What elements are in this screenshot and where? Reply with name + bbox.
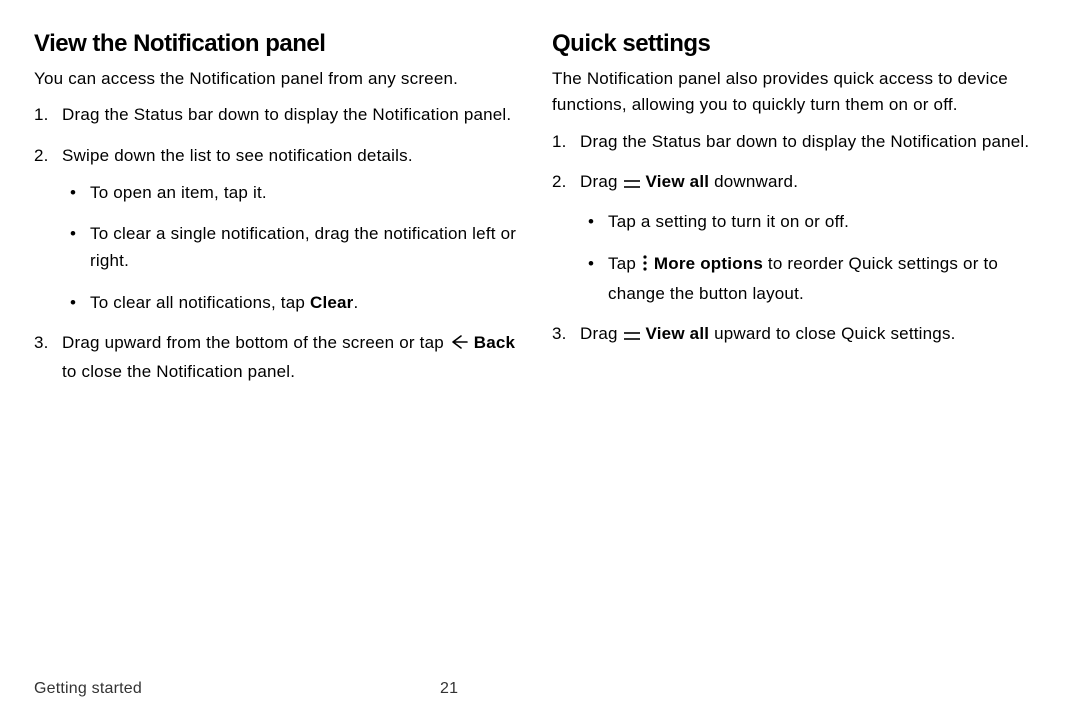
left-column: View the Notification panel You can acce… [34, 30, 528, 399]
left-ordered-list: Drag the Status bar down to display the … [34, 102, 528, 385]
right-intro: The Notification panel also provides qui… [552, 66, 1046, 119]
right-step-3: Drag View all upward to close Quick sett… [552, 321, 1046, 350]
left-step-2-text: Swipe down the list to see notification … [62, 146, 413, 165]
right-step-2-bold: View all [646, 172, 710, 191]
left-step-2: Swipe down the list to see notification … [34, 143, 528, 316]
view-all-icon [623, 324, 641, 350]
right-step-3-bold: View all [646, 324, 710, 343]
right-sub-2b: Tap More options to reorder Quick settin… [580, 250, 1046, 307]
left-sublist: To open an item, tap it. To clear a sing… [62, 179, 528, 316]
right-sub-2b-pre: Tap [608, 254, 641, 273]
left-step-3: Drag upward from the bottom of the scree… [34, 330, 528, 386]
right-step-2-pre: Drag [580, 172, 623, 191]
right-ordered-list: Drag the Status bar down to display the … [552, 129, 1046, 351]
right-step-3-pre: Drag [580, 324, 623, 343]
more-options-icon [641, 253, 649, 280]
left-step-3-post: to close the Notification panel. [62, 362, 295, 381]
right-heading: Quick settings [552, 30, 1046, 58]
right-step-2: Drag View all downward. Tap a setting to… [552, 169, 1046, 307]
left-step-3-bold: Back [474, 333, 515, 352]
left-sub-2b: To clear a single notification, drag the… [62, 220, 528, 274]
left-sub-2c-bold: Clear [310, 293, 354, 312]
view-all-icon [623, 172, 641, 198]
left-heading: View the Notification panel [34, 30, 528, 58]
right-step-1: Drag the Status bar down to display the … [552, 129, 1046, 155]
left-intro: You can access the Notification panel fr… [34, 66, 528, 92]
left-step-1: Drag the Status bar down to display the … [34, 102, 528, 128]
page-number: 21 [440, 680, 458, 698]
right-column: Quick settings The Notification panel al… [552, 30, 1046, 399]
right-sub-2a: Tap a setting to turn it on or off. [580, 208, 1046, 235]
footer-section: Getting started [34, 680, 142, 698]
left-sub-2c-post: . [354, 293, 359, 312]
left-step-3-pre: Drag upward from the bottom of the scree… [62, 333, 449, 352]
right-sub-2b-bold: More options [654, 254, 763, 273]
left-sub-2c: To clear all notifications, tap Clear. [62, 289, 528, 316]
left-sub-2c-pre: To clear all notifications, tap [90, 293, 310, 312]
right-sublist: Tap a setting to turn it on or off. Tap … [580, 208, 1046, 307]
right-step-3-post: upward to close Quick settings. [709, 324, 955, 343]
right-step-2-post: downward. [709, 172, 798, 191]
back-arrow-icon [449, 333, 469, 359]
left-sub-2a: To open an item, tap it. [62, 179, 528, 206]
